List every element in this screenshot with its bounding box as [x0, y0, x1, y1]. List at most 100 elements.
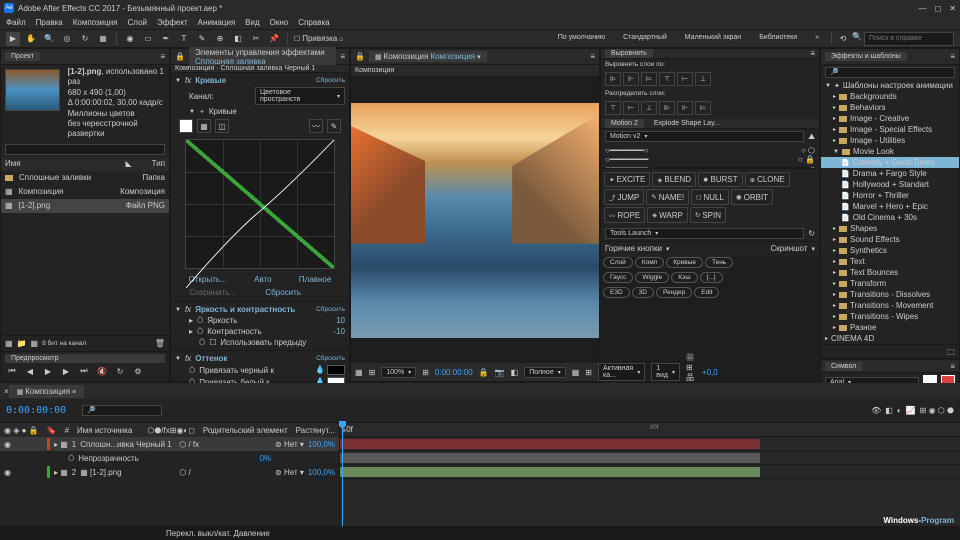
- timeline-property[interactable]: Ö Непрозрачность 0%: [0, 451, 339, 465]
- tree-folder[interactable]: ▸Image - Utilities: [821, 135, 959, 146]
- timeline-layer[interactable]: ◉ ▸ ▦1 Сплошн...ивка Черный 1 ⬡ / fx ⊚ Н…: [0, 437, 339, 451]
- curve-bezier-icon[interactable]: 〰: [309, 119, 323, 133]
- hk-edit[interactable]: Edit: [694, 287, 719, 298]
- ws-libraries[interactable]: Библиотеки: [751, 32, 805, 46]
- tree-folder[interactable]: ▸Synthetics: [821, 245, 959, 256]
- preview-tab[interactable]: Предпросмотр: [5, 354, 165, 363]
- curve-reset-button[interactable]: Сбросить: [265, 288, 301, 297]
- motion-jump[interactable]: ⤴ JUMP: [604, 189, 644, 205]
- reset-button[interactable]: Сбросить: [316, 306, 345, 313]
- hk-render[interactable]: Рендер: [656, 287, 692, 298]
- menu-help[interactable]: Справка: [298, 18, 329, 27]
- next-frame-icon[interactable]: ▶: [59, 365, 73, 377]
- tree-folder[interactable]: ▸Shapes: [821, 223, 959, 234]
- tree-folder[interactable]: ▸Sound Effects: [821, 234, 959, 245]
- hk-more[interactable]: [...]: [700, 272, 723, 283]
- tree-root[interactable]: ▼✦ Шаблоны настроек анимации: [821, 80, 959, 91]
- resolution-dropdown[interactable]: Полное: [524, 367, 566, 378]
- align-top-icon[interactable]: ⊤: [659, 72, 675, 86]
- refresh-icon[interactable]: ↻: [808, 229, 815, 238]
- brightness-contrast-effect[interactable]: Яркость и контрастность: [195, 305, 295, 314]
- alpha-toggle-icon[interactable]: ▦: [355, 368, 363, 377]
- tree-folder[interactable]: ▸Backgrounds: [821, 91, 959, 102]
- tree-folder[interactable]: ▸Transitions - Dissolves: [821, 289, 959, 300]
- dist-top-icon[interactable]: ⊤: [605, 101, 621, 115]
- motion-blend[interactable]: ◈ BLEND: [652, 172, 696, 187]
- timeline-tab[interactable]: ▦ Композиция ≡: [9, 385, 84, 398]
- new-comp-icon[interactable]: ▦: [31, 339, 39, 348]
- dist-bottom-icon[interactable]: ⊥: [641, 101, 657, 115]
- shape-tool[interactable]: ▭: [141, 32, 155, 46]
- motion-spin[interactable]: ↻ SPIN: [690, 207, 726, 223]
- close-icon[interactable]: ✕: [949, 4, 956, 13]
- ws-small[interactable]: Маленький экран: [677, 32, 749, 46]
- maximize-icon[interactable]: ◻: [935, 4, 942, 13]
- tree-folder[interactable]: ▸CINEMA 4D: [821, 333, 959, 344]
- black-swatch[interactable]: [327, 365, 345, 375]
- project-search-input[interactable]: [5, 144, 165, 155]
- hk-e3d[interactable]: E3D: [603, 287, 630, 298]
- new-folder-icon[interactable]: 📁: [17, 339, 27, 348]
- tree-folder[interactable]: ▸Transform: [821, 278, 959, 289]
- menu-effect[interactable]: Эффект: [157, 18, 188, 27]
- menu-animation[interactable]: Анимация: [198, 18, 236, 27]
- roto-tool[interactable]: ✂: [249, 32, 263, 46]
- motion-blur-icon[interactable]: ◐: [897, 406, 902, 415]
- new-bin-icon[interactable]: 🗀: [947, 348, 955, 357]
- effect-controls-tab[interactable]: Элементы управления эффектами Сплошная з…: [189, 47, 336, 67]
- opacity-value[interactable]: 0%: [259, 454, 271, 463]
- motion-name[interactable]: ✎ NAME!: [646, 189, 689, 205]
- tree-folder-movie[interactable]: ▼Movie Look: [821, 146, 959, 157]
- play-icon[interactable]: ▶: [41, 365, 55, 377]
- curves-effect[interactable]: Кривые: [195, 76, 226, 85]
- align-left-icon[interactable]: ⊫: [605, 72, 621, 86]
- list-item[interactable]: ▦[1-2].pngФайл PNG: [1, 199, 169, 213]
- contrast-value[interactable]: -10: [333, 327, 345, 336]
- explode-tab[interactable]: Explode Shape Lay...: [648, 119, 726, 128]
- reset-button[interactable]: Сбросить: [316, 355, 345, 362]
- trash-icon[interactable]: 🗑: [155, 339, 165, 348]
- zoom-dropdown[interactable]: 100%: [381, 367, 416, 378]
- tree-preset[interactable]: 📄 Comedy + Good Times: [821, 157, 959, 168]
- tree-preset[interactable]: 📄 Hollywood + Standart: [821, 179, 959, 190]
- curve-channel-icon[interactable]: ▦: [197, 119, 211, 133]
- dist-hcenter-icon[interactable]: ⊩: [677, 101, 693, 115]
- hand-tool[interactable]: ✋: [24, 32, 38, 46]
- puppet-tool[interactable]: 📌: [267, 32, 281, 46]
- colorspace-dropdown[interactable]: Цветовое пространств: [255, 87, 345, 105]
- ws-more[interactable]: »: [807, 32, 827, 46]
- presets-search-input[interactable]: [825, 67, 955, 78]
- hk-3d[interactable]: 3D: [632, 287, 654, 298]
- tint-effect[interactable]: Оттенок: [195, 354, 227, 363]
- motion-null[interactable]: ◻ NULL: [691, 189, 729, 205]
- tree-folder[interactable]: ▸Transitions - Wipes: [821, 311, 959, 322]
- panel-menu-icon[interactable]: ≡: [160, 52, 165, 61]
- tree-preset[interactable]: 📄 Old Cinema + 30s: [821, 212, 959, 223]
- settings-icon[interactable]: ⚙: [131, 365, 145, 377]
- menu-window[interactable]: Окно: [270, 18, 289, 27]
- align-right-icon[interactable]: ⊨: [641, 72, 657, 86]
- minimize-icon[interactable]: —: [919, 4, 927, 13]
- hk-layer[interactable]: Слой: [603, 257, 633, 268]
- motion-excite[interactable]: ✦ EXCITE: [604, 172, 650, 187]
- eraser-tool[interactable]: ◧: [231, 32, 245, 46]
- tree-preset[interactable]: 📄 Horror + Thriller: [821, 190, 959, 201]
- loop-icon[interactable]: ↻: [113, 365, 127, 377]
- hk-wiggle[interactable]: Wiggle: [635, 272, 669, 283]
- motion-preset-dropdown[interactable]: Motion v2: [605, 131, 804, 142]
- graph-editor-icon[interactable]: 📈: [906, 406, 916, 415]
- motion-orbit[interactable]: ◉ ORBIT: [731, 189, 773, 205]
- shy-icon[interactable]: 👁: [871, 406, 881, 415]
- curve-tool-icon[interactable]: ◫: [215, 119, 229, 133]
- menu-file[interactable]: Файл: [6, 18, 26, 27]
- list-item[interactable]: Сплошные заливкиПапка: [1, 171, 169, 185]
- stamp-tool[interactable]: ⊕: [213, 32, 227, 46]
- tree-folder[interactable]: ▸Image - Creative: [821, 113, 959, 124]
- panel-menu-icon[interactable]: ≡: [340, 52, 345, 61]
- timeline-search-input[interactable]: [82, 405, 162, 416]
- mute-icon[interactable]: 🔇: [95, 365, 109, 377]
- current-time[interactable]: 0:00:00:00: [0, 405, 72, 416]
- dist-right-icon[interactable]: ⊨: [695, 101, 711, 115]
- viewer-time[interactable]: 0:00:00:00: [435, 368, 473, 377]
- curve-rgb-icon[interactable]: [179, 119, 193, 133]
